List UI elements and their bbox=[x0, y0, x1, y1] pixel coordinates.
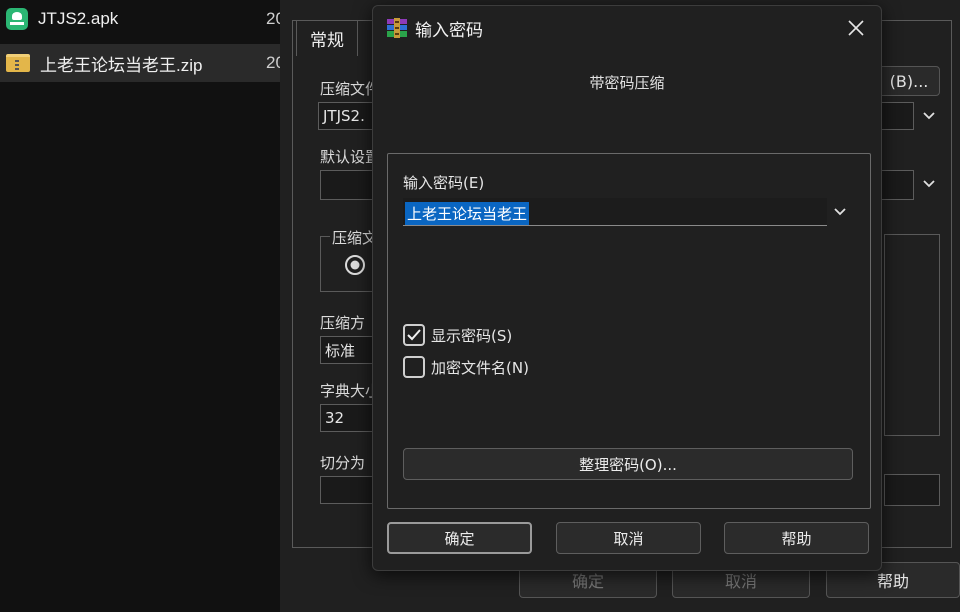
chevron-down-icon bbox=[923, 112, 935, 120]
cancel-button[interactable]: 取消 bbox=[556, 522, 701, 554]
close-icon bbox=[848, 20, 864, 36]
organize-passwords-button[interactable]: 整理密码(O)... bbox=[403, 448, 853, 480]
default-profile-label: 默认设置 bbox=[320, 148, 381, 166]
format-radio[interactable] bbox=[344, 254, 366, 276]
encrypt-names-checkbox[interactable] bbox=[403, 356, 425, 378]
encrypt-names-option[interactable]: 加密文件名(N) bbox=[403, 356, 529, 378]
dictionary-size-value: 32 bbox=[325, 409, 345, 427]
file-row-zip[interactable]: 上老王论坛当老王.zip 20 bbox=[0, 44, 285, 82]
password-input[interactable]: 上老王论坛当老王 bbox=[403, 198, 827, 226]
parameters-field[interactable] bbox=[884, 474, 940, 506]
options-group bbox=[884, 234, 940, 436]
help-button[interactable]: 帮助 bbox=[724, 522, 869, 554]
compression-method-select[interactable]: 标准 bbox=[320, 336, 380, 364]
chevron-down-icon bbox=[923, 180, 935, 188]
close-button[interactable] bbox=[845, 17, 867, 39]
password-dialog: 输入密码 带密码压缩 输入密码(E) 上老王论坛当老王 显示密码(S) 加密文件… bbox=[372, 5, 882, 571]
dialog-title: 输入密码 bbox=[415, 21, 483, 41]
file-name: JTJS2.apk bbox=[38, 9, 119, 28]
tab-general[interactable]: 常规 bbox=[296, 20, 358, 56]
password-value: 上老王论坛当老王 bbox=[405, 202, 530, 225]
split-volumes-label: 切分为 bbox=[320, 454, 366, 472]
show-password-checkbox[interactable] bbox=[403, 324, 425, 346]
zip-archive-icon bbox=[6, 54, 30, 72]
ok-button[interactable]: 确定 bbox=[387, 522, 532, 554]
compression-method-label: 压缩方 bbox=[320, 314, 366, 332]
show-password-label: 显示密码(S) bbox=[431, 326, 513, 345]
password-history-dropdown[interactable] bbox=[829, 201, 851, 223]
dictionary-size-label: 字典大小 bbox=[320, 382, 381, 400]
split-volumes-field[interactable] bbox=[320, 476, 380, 504]
file-list-panel: JTJS2.apk 20 上老王论坛当老王.zip 20 bbox=[0, 0, 285, 612]
archive-name-dropdown[interactable] bbox=[918, 105, 940, 127]
dialog-titlebar: 输入密码 bbox=[373, 6, 881, 50]
archive-name-value: JTJS2. bbox=[323, 107, 365, 125]
dialog-subtitle: 带密码压缩 bbox=[589, 74, 665, 92]
apk-file-icon bbox=[6, 8, 28, 30]
browse-button[interactable]: (B)... bbox=[878, 66, 940, 96]
password-label: 输入密码(E) bbox=[403, 174, 485, 192]
checkmark-icon bbox=[407, 329, 421, 341]
chevron-down-icon bbox=[834, 208, 846, 216]
compression-method-value: 标准 bbox=[325, 341, 356, 360]
show-password-option[interactable]: 显示密码(S) bbox=[403, 324, 512, 346]
file-name: 上老王论坛当老王.zip bbox=[40, 55, 203, 75]
winrar-icon bbox=[386, 18, 408, 38]
encrypt-names-label: 加密文件名(N) bbox=[431, 358, 529, 377]
file-row-apk[interactable]: JTJS2.apk 20 bbox=[0, 0, 285, 38]
dictionary-size-select[interactable]: 32 bbox=[320, 404, 380, 432]
radio-selected-icon bbox=[345, 255, 365, 275]
archive-name-label: 压缩文件 bbox=[320, 80, 381, 98]
profile-dropdown[interactable] bbox=[918, 173, 940, 195]
